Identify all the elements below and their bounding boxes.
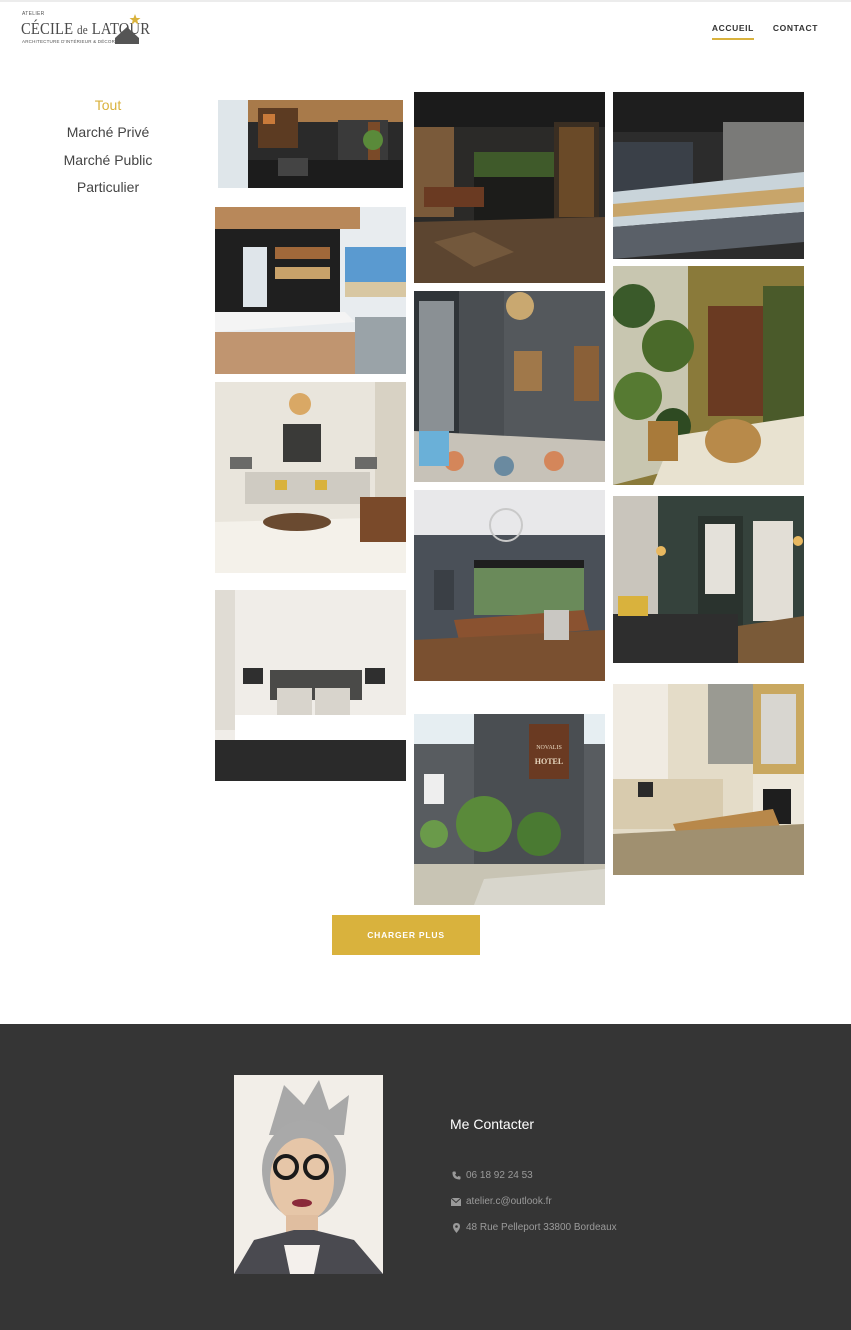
hotel-sign-top: NOVALIS: [536, 745, 562, 751]
gallery-item-classic-salon[interactable]: [613, 684, 804, 875]
gallery-item-novalis-hotel[interactable]: NOVALIS HOTEL: [414, 714, 605, 905]
map-marker-icon: [450, 1222, 462, 1233]
nav-contact[interactable]: CONTACT: [773, 23, 818, 40]
contact-phone-text: 06 18 92 24 53: [466, 1170, 533, 1181]
site-logo[interactable]: ATELIER CÉCILE de LATOUR ARCHITECTURE D'…: [21, 10, 150, 48]
gallery-item-hotel-bedroom[interactable]: [215, 590, 406, 781]
house-star-icon: [115, 14, 141, 44]
logo-name-first: CÉCILE: [21, 19, 74, 38]
contact-email[interactable]: atelier.c@outlook.fr: [450, 1196, 552, 1207]
gallery-image: [414, 291, 605, 482]
gallery-item-bistro-dining[interactable]: [414, 490, 605, 681]
gallery-item-bakery-counter[interactable]: [613, 92, 804, 259]
contact-title: Me Contacter: [450, 1116, 535, 1132]
envelope-icon: [450, 1197, 462, 1206]
contact-phone[interactable]: 06 18 92 24 53: [450, 1170, 533, 1181]
portrait-image: [234, 1075, 383, 1274]
gallery-item-coffee-corner[interactable]: [215, 207, 406, 374]
gallery-image: [215, 207, 406, 374]
gallery-image: [215, 382, 406, 573]
load-more-button[interactable]: CHARGER PLUS: [332, 915, 480, 955]
portfolio-filters: Tout Marché Privé Marché Public Particul…: [40, 92, 176, 201]
filter-particulier[interactable]: Particulier: [40, 174, 176, 201]
filter-marche-public[interactable]: Marché Public: [40, 147, 176, 174]
gallery-item-hotel-room-green[interactable]: [613, 496, 804, 663]
filter-tout[interactable]: Tout: [40, 92, 176, 119]
designer-portrait: [234, 1075, 383, 1274]
gallery-item-living-room[interactable]: [215, 382, 406, 573]
logo-atelier-text: ATELIER: [22, 11, 45, 17]
gallery-image: [613, 496, 804, 663]
logo-name-de: de: [77, 22, 88, 37]
filter-marche-prive[interactable]: Marché Privé: [40, 119, 176, 146]
gallery-image: [613, 266, 804, 485]
gallery-item-jungle-entrance[interactable]: [613, 266, 804, 485]
phone-icon: [450, 1171, 462, 1180]
gallery-image: [215, 590, 406, 781]
gallery-item-wine-bar[interactable]: [414, 92, 605, 283]
gallery-image: [613, 92, 804, 259]
gallery-item-lounge-restaurant[interactable]: [218, 100, 403, 188]
contact-address-text: 48 Rue Pelleport 33800 Bordeaux: [466, 1222, 617, 1233]
gallery-image: [414, 490, 605, 681]
site-footer: Me Contacter 06 18 92 24 53 atelier.c@ou…: [0, 1024, 851, 1330]
main-nav: ACCUEIL CONTACT: [711, 23, 818, 40]
gallery-item-grey-hallway[interactable]: [414, 291, 605, 482]
contact-address[interactable]: 48 Rue Pelleport 33800 Bordeaux: [450, 1222, 617, 1233]
hotel-sign-bottom: HOTEL: [535, 757, 563, 766]
site-header: ATELIER CÉCILE de LATOUR ARCHITECTURE D'…: [0, 0, 851, 60]
gallery-image: [218, 100, 403, 188]
contact-email-text: atelier.c@outlook.fr: [466, 1196, 552, 1207]
nav-accueil[interactable]: ACCUEIL: [711, 23, 754, 40]
gallery-image: [613, 684, 804, 875]
gallery-image: [414, 92, 605, 283]
gallery-image: NOVALIS HOTEL: [414, 714, 605, 905]
